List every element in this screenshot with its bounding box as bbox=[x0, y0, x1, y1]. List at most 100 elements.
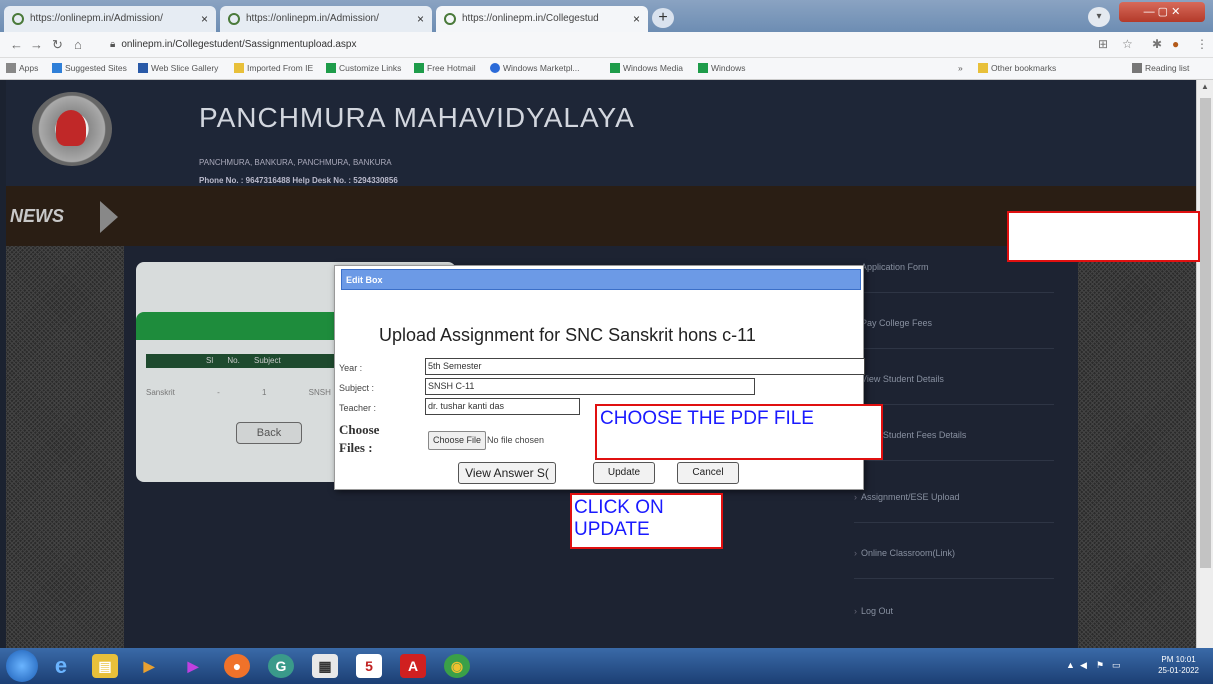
bookmark-label: Customize Links bbox=[339, 63, 402, 73]
bookmark-windows-media[interactable]: Windows Media bbox=[610, 63, 683, 73]
bookmark-reading-list[interactable]: Reading list bbox=[1132, 63, 1189, 73]
menu-divider bbox=[854, 404, 1054, 405]
bookmark-free-hotmail[interactable]: Free Hotmail bbox=[414, 63, 476, 73]
firefox-icon[interactable]: ● bbox=[224, 654, 250, 678]
profile-menu-icon[interactable]: ▾ bbox=[1088, 7, 1110, 27]
menu-item-log-out[interactable]: › Log Out bbox=[844, 606, 1064, 616]
windows-icon bbox=[610, 63, 620, 73]
home-icon[interactable]: ⌂ bbox=[74, 37, 82, 52]
volume-icon[interactable]: ◀ bbox=[1080, 660, 1087, 671]
app-icon[interactable]: G bbox=[268, 654, 294, 678]
bookmark-suggested-sites[interactable]: Suggested Sites bbox=[52, 63, 127, 73]
folder-icon bbox=[978, 63, 988, 73]
visual-studio-icon[interactable]: ▶ bbox=[180, 654, 206, 678]
browser-tabstrip: https://onlinepm.in/Admission/ × https:/… bbox=[0, 0, 1213, 32]
media-player-icon[interactable]: ▶ bbox=[136, 654, 162, 678]
bookmark-label: Windows Media bbox=[623, 63, 683, 73]
translate-icon[interactable]: ⊞ bbox=[1098, 37, 1108, 51]
browser-tab-1[interactable]: https://onlinepm.in/Admission/ × bbox=[4, 6, 216, 32]
tray-arrow-icon[interactable]: ▲ bbox=[1066, 660, 1075, 670]
bookmark-customize-links[interactable]: Customize Links bbox=[326, 63, 401, 73]
annotation-click-update: CLICK ON UPDATE bbox=[570, 493, 723, 549]
tab-title: https://onlinepm.in/Admission/ bbox=[30, 13, 163, 24]
globe-icon bbox=[490, 63, 500, 73]
annotation-box-empty bbox=[1007, 211, 1200, 262]
bookmark-label: Imported From IE bbox=[247, 63, 314, 73]
left-pattern bbox=[6, 246, 124, 648]
bookmark-label: Windows Marketpl... bbox=[503, 63, 580, 73]
close-icon[interactable]: × bbox=[201, 12, 208, 26]
back-arrow-icon[interactable]: ← bbox=[10, 37, 23, 52]
no-file-text: No file chosen bbox=[487, 435, 545, 445]
scroll-up-icon[interactable]: ▲ bbox=[1201, 82, 1209, 91]
bookmark-apps[interactable]: Apps bbox=[6, 63, 38, 73]
menu-item-label: Application Form bbox=[861, 262, 929, 272]
view-answer-button[interactable]: View Answer S( bbox=[458, 462, 556, 484]
menu-item-application-form[interactable]: ›Application Form bbox=[844, 262, 1064, 272]
address-bar: ← → ↻ ⌂ 🔒︎ onlinepm.in/Collegestudent/Sas… bbox=[0, 32, 1213, 58]
bookmarks-overflow[interactable]: » bbox=[958, 63, 963, 73]
star-icon[interactable]: ☆ bbox=[1122, 37, 1133, 51]
bookmarks-bar: Apps Suggested Sites Web Slice Gallery I… bbox=[0, 58, 1213, 80]
teacher-label: Teacher : bbox=[339, 403, 377, 413]
windows-icon bbox=[326, 63, 336, 73]
bookmark-windows[interactable]: Windows bbox=[698, 63, 745, 73]
menu-divider bbox=[854, 578, 1054, 579]
window-controls[interactable]: — ▢ ✕ bbox=[1119, 2, 1205, 22]
menu-item-label: Log Out bbox=[861, 606, 894, 616]
menu-item-pay-fees[interactable]: ›Pay College Fees bbox=[844, 318, 1064, 328]
scrollbar-thumb[interactable] bbox=[1200, 98, 1211, 568]
menu-divider bbox=[854, 522, 1054, 523]
subject-field[interactable]: SNSH C-11 bbox=[425, 378, 755, 395]
page-scrollbar[interactable]: ▲ bbox=[1196, 80, 1213, 648]
tab-title: https://onlinepm.in/Admission/ bbox=[246, 13, 379, 24]
college-phone: Phone No. : 9647316488 Help Desk No. : 5… bbox=[199, 176, 398, 185]
new-tab-button[interactable]: + bbox=[652, 8, 674, 28]
forward-arrow-icon[interactable]: → bbox=[30, 37, 43, 52]
start-button[interactable] bbox=[6, 650, 38, 682]
bookmark-web-slice[interactable]: Web Slice Gallery bbox=[138, 63, 218, 73]
calculator-icon[interactable]: ▦ bbox=[312, 654, 338, 678]
close-icon[interactable]: × bbox=[417, 12, 424, 26]
back-button[interactable]: Back bbox=[236, 422, 302, 444]
menu-item-student-details[interactable]: ›View Student Details bbox=[844, 374, 1064, 384]
browser-tab-3[interactable]: https://onlinepm.in/Collegestud × bbox=[436, 6, 648, 32]
bookmark-label: Apps bbox=[19, 63, 39, 73]
menu-item-assignment-upload[interactable]: › Assignment/ESE Upload bbox=[844, 492, 1064, 502]
file-explorer-icon[interactable]: ▤ bbox=[92, 654, 118, 678]
year-field[interactable]: 5th Semester bbox=[425, 358, 865, 375]
college-address: PANCHMURA, BANKURA, PANCHMURA, BANKURA bbox=[199, 158, 392, 167]
bookmark-other[interactable]: Other bookmarks bbox=[978, 63, 1056, 73]
menu-item-label: Assignment/ESE Upload bbox=[861, 492, 960, 502]
clock[interactable]: PM 10:01 25-01-2022 bbox=[1158, 654, 1199, 676]
avatar[interactable]: ● bbox=[1172, 37, 1179, 51]
web-slice-icon bbox=[138, 63, 148, 73]
url-text: onlinepm.in/Collegestudent/Sassignmentup… bbox=[121, 39, 357, 50]
choose-file-button[interactable]: Choose File bbox=[428, 431, 487, 450]
menu-item-online-classroom[interactable]: › Online Classroom(Link) bbox=[844, 548, 1064, 558]
more-menu-icon[interactable]: ⋮ bbox=[1196, 37, 1208, 51]
bookmark-imported[interactable]: Imported From IE bbox=[234, 63, 313, 73]
close-icon[interactable]: × bbox=[633, 12, 640, 26]
flag-icon[interactable]: ⚑ bbox=[1096, 660, 1104, 671]
logo-emblem bbox=[56, 110, 86, 146]
bookmark-windows-marketplace[interactable]: Windows Marketpl... bbox=[490, 63, 580, 73]
dialog-title: Edit Box bbox=[341, 269, 861, 290]
update-button[interactable]: Update bbox=[593, 462, 655, 484]
network-icon[interactable]: ▭ bbox=[1112, 660, 1121, 671]
teacher-field[interactable]: dr. tushar kanti das bbox=[425, 398, 580, 415]
html5-icon[interactable]: 5 bbox=[356, 654, 382, 678]
cancel-button[interactable]: Cancel bbox=[677, 462, 739, 484]
acrobat-icon[interactable]: A bbox=[400, 654, 426, 678]
college-logo bbox=[32, 92, 112, 166]
internet-explorer-icon[interactable]: e bbox=[48, 654, 74, 678]
bookmark-label: Web Slice Gallery bbox=[151, 63, 219, 73]
menu-item-label: Online Classroom(Link) bbox=[861, 548, 956, 558]
browser-tab-2[interactable]: https://onlinepm.in/Admission/ × bbox=[220, 6, 432, 32]
url-field[interactable]: 🔒︎ onlinepm.in/Collegestudent/Sassignment… bbox=[100, 36, 1080, 54]
extension-icon[interactable]: ✱ bbox=[1152, 37, 1162, 51]
reload-icon[interactable]: ↻ bbox=[52, 37, 63, 53]
clock-date: 25-01-2022 bbox=[1158, 666, 1199, 675]
lock-icon: 🔒︎ bbox=[110, 39, 116, 50]
chrome-icon[interactable]: ◉ bbox=[444, 654, 470, 678]
